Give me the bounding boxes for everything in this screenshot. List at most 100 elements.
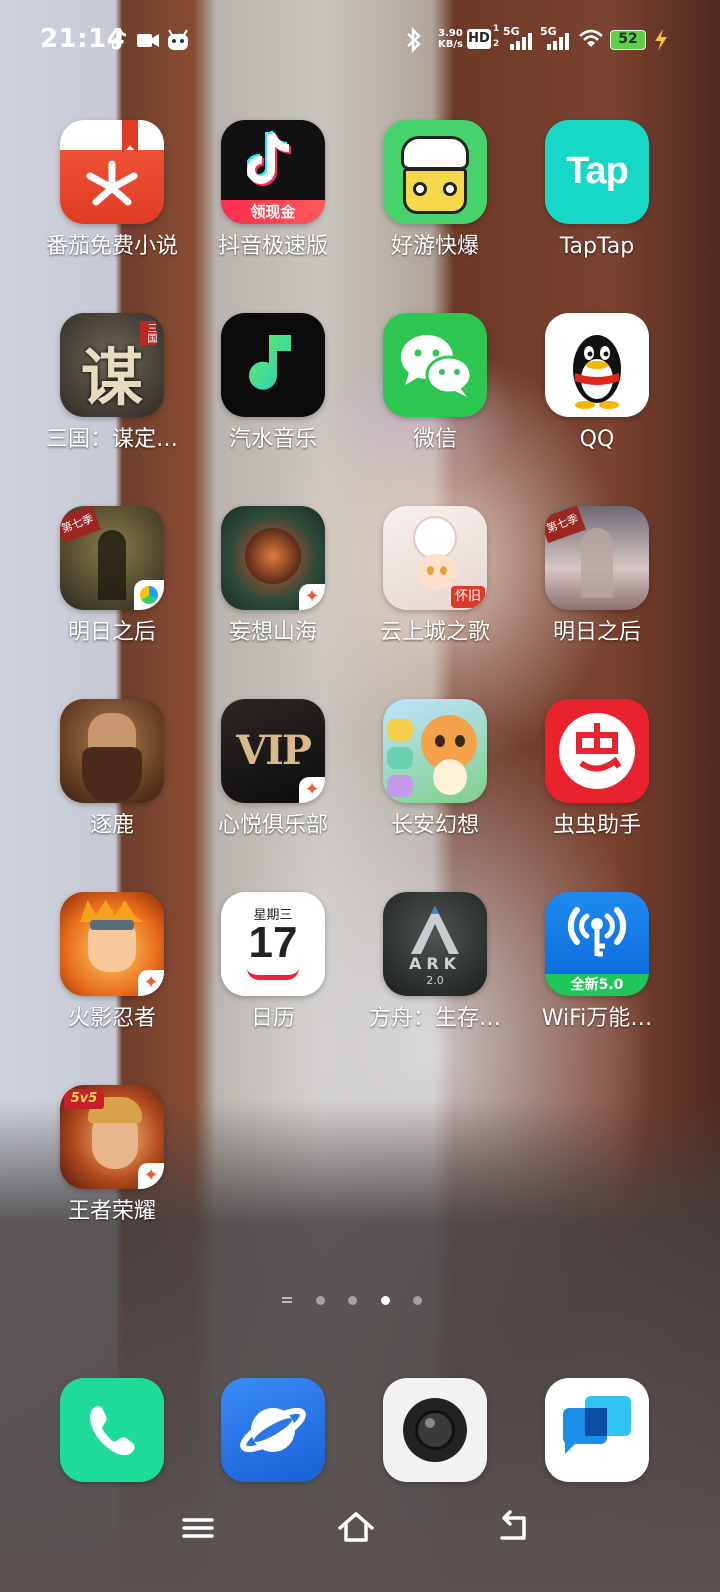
calendar-day: 17 [248, 918, 298, 967]
yunshangcheng-icon: 怀旧 [383, 506, 487, 610]
app-qq[interactable]: QQ [515, 313, 679, 483]
app-lifeafter[interactable]: 第七季 明日之后 [30, 506, 194, 676]
lifeafter-corner-tag: 第七季 [60, 506, 101, 544]
wechat-icon [383, 313, 487, 417]
app-label: 明日之后 [67, 620, 156, 645]
app-xinyue-club[interactable]: VIP ✦ 心悦俱乐部 [191, 699, 355, 869]
sanguo-moudingtianxia-icon: 谋 三国 [60, 313, 164, 417]
app-yunshangcheng[interactable]: 怀旧 云上城之歌 [353, 506, 517, 676]
app-changan-huanxiang[interactable]: 长安幻想 [353, 699, 517, 869]
naruto-icon: ✦ [60, 892, 164, 996]
messages-icon[interactable] [545, 1378, 649, 1482]
ark-icon-subtext: 2.0 [426, 974, 444, 987]
app-wangxiang-shanhai[interactable]: ✦ 妄想山海 [191, 506, 355, 676]
page-indicator[interactable] [282, 1294, 442, 1308]
app-label: 虫虫助手 [552, 813, 641, 838]
app-label: 三国：谋定… [45, 427, 178, 452]
browser-icon[interactable] [221, 1378, 325, 1482]
app-label: 微信 [412, 427, 457, 452]
navigation-bar [0, 1500, 720, 1560]
tiktok-notify-icon [112, 29, 127, 50]
wifi-icon [579, 29, 603, 47]
sim1-badge: 1 [493, 24, 500, 34]
tomato-novel-icon [60, 120, 164, 224]
app-calendar[interactable]: 星期三 17 日历 [191, 892, 355, 1062]
app-wifi-master[interactable]: 全新5.0 WiFi万能… [515, 892, 679, 1062]
haoyou-kuaibao-icon [383, 120, 487, 224]
app-label: 长安幻想 [390, 813, 479, 838]
signal-2-icon [547, 33, 569, 50]
app-label: 明日之后 [552, 620, 641, 645]
app-label: 逐鹿 [89, 813, 134, 838]
status-bar: 21:14 3.90 KB/s HD 1 2 5G 5G 52 [0, 22, 720, 58]
net-speed-value: 3.90 [438, 28, 463, 39]
app-lifeafter-2[interactable]: 第七季 明日之后 [515, 506, 679, 676]
app-label: TapTap [559, 234, 635, 259]
lifeafter-icon: 第七季 [60, 506, 164, 610]
app-label: 番茄免费小说 [45, 234, 178, 259]
net-speed: 3.90 KB/s [438, 28, 463, 50]
page-list-icon [282, 1297, 292, 1303]
app-honor-of-kings[interactable]: 5v5 ✦ 王者荣耀 [30, 1085, 194, 1255]
lifeafter-2-icon: 第七季 [545, 506, 649, 610]
page-dot[interactable] [348, 1296, 357, 1305]
android-icon [168, 29, 188, 50]
app-label: 抖音极速版 [217, 234, 328, 259]
wifi-master-key-icon: 全新5.0 [545, 892, 649, 996]
app-taptap[interactable]: Tap TapTap [515, 120, 679, 290]
ark-icon-text: ARK [408, 954, 462, 973]
charging-icon [655, 29, 667, 51]
sim2-badge: 2 [493, 39, 500, 49]
douyin-lite-icon: 领现金 [221, 120, 325, 224]
app-label: 汽水音乐 [228, 427, 317, 452]
app-haoyou-kuaibao[interactable]: 好游快爆 [353, 120, 517, 290]
qq-icon [545, 313, 649, 417]
qishui-music-icon [221, 313, 325, 417]
app-label: 日历 [250, 1006, 295, 1031]
calendar-icon: 星期三 17 [221, 892, 325, 996]
menu-icon[interactable] [178, 1508, 218, 1548]
page-dot-active[interactable] [381, 1296, 390, 1305]
app-wechat[interactable]: 微信 [353, 313, 517, 483]
taptap-icon: Tap [545, 120, 649, 224]
xinyue-club-icon: VIP ✦ [221, 699, 325, 803]
app-chongchong[interactable]: 虫虫助手 [515, 699, 679, 869]
app-label: 云上城之歌 [379, 620, 490, 645]
net-speed-unit: KB/s [438, 39, 463, 50]
app-naruto[interactable]: ✦ 火影忍者 [30, 892, 194, 1062]
app-zhulu[interactable]: 逐鹿 [30, 699, 194, 869]
camera-icon[interactable] [383, 1378, 487, 1482]
home-icon[interactable] [336, 1508, 376, 1548]
zhulu-icon [60, 699, 164, 803]
app-label: 好游快爆 [390, 234, 479, 259]
honor-of-kings-corner-tag: 5v5 [64, 1089, 104, 1109]
page-dot[interactable] [413, 1296, 422, 1305]
video-icon [137, 34, 159, 47]
wifi-master-badge: 全新5.0 [545, 974, 649, 996]
douyin-badge: 领现金 [221, 200, 325, 224]
app-label: 心悦俱乐部 [217, 813, 328, 838]
app-douyin-lite[interactable]: 领现金 抖音极速版 [191, 120, 355, 290]
app-sanguo[interactable]: 谋 三国 三国：谋定… [30, 313, 194, 483]
app-label: WiFi万能… [541, 1006, 653, 1031]
xinyue-icon-text: VIP [236, 727, 312, 774]
changan-huanxiang-icon [383, 699, 487, 803]
hd-volte-icon: HD [467, 29, 491, 49]
sanguo-corner-tag: 三国 [140, 321, 156, 345]
phone-icon[interactable] [60, 1378, 164, 1482]
ark-survival-icon: ARK 2.0 [383, 892, 487, 996]
battery-icon: 52 [610, 30, 646, 50]
wangxiang-shanhai-icon: ✦ [221, 506, 325, 610]
app-label: QQ [579, 427, 615, 452]
app-qishui-music[interactable]: 汽水音乐 [191, 313, 355, 483]
app-label: 妄想山海 [228, 620, 317, 645]
back-icon[interactable] [494, 1508, 534, 1548]
app-ark[interactable]: ARK 2.0 方舟：生存… [353, 892, 517, 1062]
app-tomato-novel[interactable]: 番茄免费小说 [30, 120, 194, 290]
chongchong-helper-icon [545, 699, 649, 803]
page-dot[interactable] [316, 1296, 325, 1305]
bluetooth-icon [407, 27, 421, 53]
yunshangcheng-badge: 怀旧 [451, 586, 485, 608]
signal-icon [510, 33, 532, 50]
app-label: 王者荣耀 [67, 1199, 156, 1224]
